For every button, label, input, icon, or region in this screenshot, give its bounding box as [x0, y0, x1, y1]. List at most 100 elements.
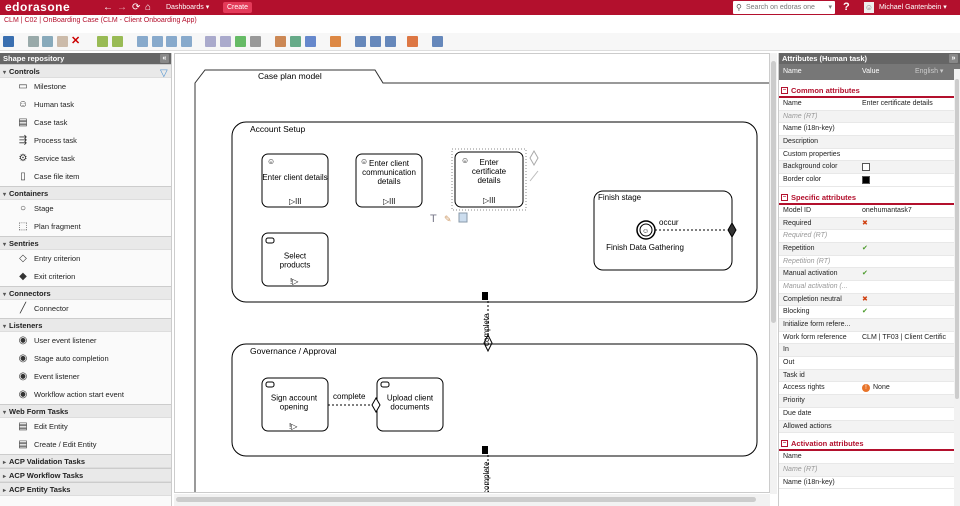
language-select[interactable]: English ▾ [915, 64, 943, 80]
horizontal-scroll-thumb[interactable] [176, 497, 756, 502]
collapse-right-icon[interactable]: » [949, 54, 958, 63]
section-toggle-icon[interactable]: ▸ [3, 474, 6, 480]
ungroup-icon[interactable] [250, 36, 261, 47]
section-connectors[interactable]: ▾ Connectors [0, 286, 171, 300]
attr-row-name-i18n-key[interactable]: Name (i18n-key) [779, 123, 960, 137]
attr-value[interactable]: ✖ [862, 294, 952, 307]
section-toggle-icon[interactable]: ▾ [3, 410, 6, 416]
zoom-in-icon[interactable] [137, 36, 148, 47]
attr-row-completion-neutral[interactable]: Completion neutral ✖ [779, 293, 960, 307]
shape-exit-criterion[interactable]: ◆ Exit criterion [0, 268, 171, 286]
section-collapse-icon[interactable]: – [781, 440, 788, 448]
search-input[interactable]: ⚲ Search on edoras one ▾ [733, 1, 835, 14]
section-toggle-icon[interactable]: ▸ [3, 488, 6, 494]
shape-entry-criterion[interactable]: ◇ Entry criterion [0, 250, 171, 268]
zoom-reset-icon[interactable] [181, 36, 192, 47]
align-middle-icon[interactable] [220, 36, 231, 47]
shape-case-file-item[interactable]: ▯ Case file item [0, 168, 171, 186]
attributes-scroll-thumb[interactable] [955, 79, 959, 399]
section-containers[interactable]: ▾ Containers [0, 186, 171, 200]
attr-row-initialize-form-refere[interactable]: Initialize form refere... [779, 319, 960, 332]
attr-section-specific-attributes[interactable]: – Specific attributes [779, 191, 960, 205]
group-icon[interactable] [235, 36, 246, 47]
attr-row-name-i18n-key[interactable]: Name (i18n-key) [779, 477, 960, 490]
shape-plan-fragment[interactable]: ⬚ Plan fragment [0, 218, 171, 236]
home-icon[interactable]: ⌂ [145, 2, 151, 13]
shape-milestone[interactable]: ▭ Milestone [0, 78, 171, 96]
section-toggle-icon[interactable]: ▾ [3, 324, 6, 330]
back-icon[interactable]: ← [103, 2, 113, 13]
redo-icon[interactable] [112, 36, 123, 47]
section-acp-entity-tasks[interactable]: ▸ ACP Entity Tasks [0, 482, 171, 496]
attr-row-name-rt[interactable]: Name (RT) [779, 463, 960, 477]
attr-value[interactable]: Enter certificate details [862, 98, 952, 111]
attr-value[interactable]: ✖ [862, 218, 952, 231]
forward-icon[interactable]: → [117, 2, 127, 13]
paste-icon[interactable] [57, 36, 68, 47]
attr-row-allowed-actions[interactable]: Allowed actions [779, 420, 960, 434]
shape-stage[interactable]: ○ Stage [0, 200, 171, 218]
attr-row-due-date[interactable]: Due date [779, 408, 960, 421]
section-toggle-icon[interactable]: ▾ [3, 242, 6, 248]
section-web-form-tasks[interactable]: ▾ Web Form Tasks [0, 404, 171, 418]
attr-value[interactable]: CLM | TF03 | Client Certific [862, 332, 952, 345]
fullscreen-icon[interactable] [432, 36, 443, 47]
attr-row-blocking[interactable]: Blocking ✔ [779, 306, 960, 319]
section-sentries[interactable]: ▾ Sentries [0, 236, 171, 250]
shape-event-listener[interactable]: ◉ Event listener [0, 368, 171, 386]
attr-row-background-color[interactable]: Background color [779, 161, 960, 175]
attr-value[interactable]: ✔ [862, 306, 952, 319]
export-icon[interactable] [407, 36, 418, 47]
connector-icon[interactable] [275, 36, 286, 47]
section-toggle-icon[interactable]: ▾ [3, 192, 6, 198]
copy-icon[interactable] [42, 36, 53, 47]
attr-row-name[interactable]: Name Enter certificate details [779, 98, 960, 111]
section-toggle-icon[interactable]: ▾ [3, 70, 6, 76]
attr-row-custom-properties[interactable]: Custom properties [779, 149, 960, 162]
section-toggle-icon[interactable]: ▾ [3, 292, 6, 298]
attr-row-task-id[interactable]: Task id [779, 369, 960, 383]
color-swatch[interactable] [862, 176, 870, 185]
validate-icon[interactable] [330, 36, 341, 47]
canvas-horizontal-scrollbar[interactable] [174, 494, 770, 506]
layout-icon[interactable] [385, 36, 396, 47]
section-toggle-icon[interactable]: ▸ [3, 460, 6, 466]
help-icon[interactable]: ? [843, 1, 850, 13]
section-collapse-icon[interactable]: – [781, 193, 788, 201]
attr-row-model-id[interactable]: Model ID onehumantask7 [779, 205, 960, 218]
align-icon[interactable] [205, 36, 216, 47]
attr-row-repetition-rt[interactable]: Repetition (RT) [779, 256, 960, 269]
collapse-icon[interactable]: « [160, 54, 169, 63]
section-controls[interactable]: ▾ Controls [0, 64, 171, 78]
dashboards-menu[interactable]: Dashboards ▾ [166, 3, 209, 11]
shape-create-edit-entity[interactable]: ▤ Create / Edit Entity [0, 436, 171, 454]
shape-human-task[interactable]: ☺ Human task [0, 96, 171, 114]
section-collapse-icon[interactable]: – [781, 87, 788, 94]
shape-workflow-action-start-event[interactable]: ◉ Workflow action start event [0, 386, 171, 404]
attr-value[interactable]: ✔ [862, 268, 952, 281]
shape-edit-entity[interactable]: ▤ Edit Entity [0, 418, 171, 436]
attr-value[interactable]: onehumantask7 [862, 205, 952, 218]
vertical-scroll-thumb[interactable] [771, 61, 776, 323]
section-listeners[interactable]: ▾ Listeners [0, 318, 171, 332]
shape-process-task[interactable]: ⇶ Process task [0, 132, 171, 150]
shape-connector[interactable]: ╱ Connector [0, 300, 171, 318]
attr-row-border-color[interactable]: Border color [779, 174, 960, 187]
attr-row-work-form-reference[interactable]: Work form reference CLM | TF03 | Client C… [779, 332, 960, 345]
undo-icon[interactable] [97, 36, 108, 47]
attr-row-required[interactable]: Required ✖ [779, 217, 960, 231]
refresh-icon[interactable]: ⟳ [132, 2, 140, 13]
attr-row-required-rt[interactable]: Required (RT) [779, 230, 960, 243]
user-menu[interactable]: Michael Gantenbein ▾ [879, 3, 947, 11]
shape-stage-auto-completion[interactable]: ◉ Stage auto completion [0, 350, 171, 368]
shape-case-task[interactable]: ▤ Case task [0, 114, 171, 132]
bend-icon[interactable] [290, 36, 301, 47]
save-icon[interactable] [3, 36, 14, 47]
cut-icon[interactable] [28, 36, 39, 47]
comment-icon[interactable] [355, 36, 366, 47]
zoom-out-icon[interactable] [152, 36, 163, 47]
attr-section-common-attributes[interactable]: – Common attributes [779, 84, 960, 98]
morph-icon[interactable] [305, 36, 316, 47]
search-dropdown-icon[interactable]: ▾ [828, 1, 832, 14]
shape-service-task[interactable]: ⚙ Service task [0, 150, 171, 168]
